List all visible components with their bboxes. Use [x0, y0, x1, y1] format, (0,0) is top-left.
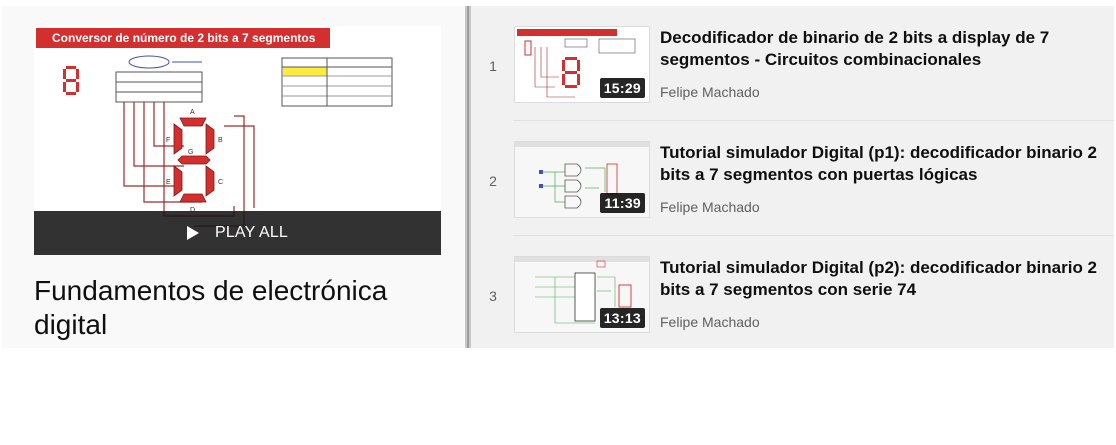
video-list: 1 15:29 Decodificador de binario de 2 bi…: [471, 6, 1114, 348]
svg-text:G: G: [188, 149, 193, 156]
video-title[interactable]: Tutorial simulador Digital (p1): decodif…: [660, 142, 1105, 186]
playlist-thumbnail[interactable]: Conversor de número de 2 bits a 7 segmen…: [34, 26, 441, 255]
video-channel[interactable]: Felipe Machado: [660, 314, 760, 330]
video-channel[interactable]: Felipe Machado: [660, 199, 760, 215]
video-title[interactable]: Tutorial simulador Digital (p2): decodif…: [660, 257, 1105, 301]
video-item[interactable]: 1 15:29 Decodificador de binario de 2 bi…: [471, 6, 1114, 121]
video-duration: 15:29: [599, 78, 645, 98]
video-thumbnail[interactable]: 11:39: [514, 141, 650, 218]
video-thumbnail[interactable]: 13:13: [514, 256, 650, 333]
svg-text:B: B: [218, 137, 223, 144]
svg-text:F: F: [166, 137, 170, 144]
video-duration: 11:39: [600, 193, 645, 213]
playlist-header: Conversor de número de 2 bits a 7 segmen…: [2, 6, 465, 348]
video-title[interactable]: Decodificador de binario de 2 bits a dis…: [660, 27, 1105, 71]
svg-text:E: E: [166, 179, 171, 186]
svg-text:C: C: [218, 179, 223, 186]
video-item[interactable]: 3 13:13 Tutorial simulador Digital (p2):…: [471, 236, 1114, 351]
video-thumbnail[interactable]: 15:29: [514, 26, 650, 103]
svg-text:A: A: [190, 109, 195, 116]
play-all-label: PLAY ALL: [214, 224, 289, 241]
play-all-button[interactable]: PLAY ALL: [34, 211, 441, 255]
video-duration: 13:13: [599, 308, 645, 328]
playlist-title[interactable]: Fundamentos de electrónica digital: [34, 274, 434, 342]
video-index: 2: [489, 173, 497, 189]
hero-banner-text: Conversor de número de 2 bits a 7 segmen…: [52, 31, 316, 45]
video-item[interactable]: 2 11:39 Tutorial simulador Digital (p1):…: [471, 121, 1114, 236]
play-icon: [186, 226, 199, 240]
video-index: 3: [489, 288, 497, 304]
video-channel[interactable]: Felipe Machado: [660, 84, 760, 100]
video-index: 1: [489, 58, 497, 74]
